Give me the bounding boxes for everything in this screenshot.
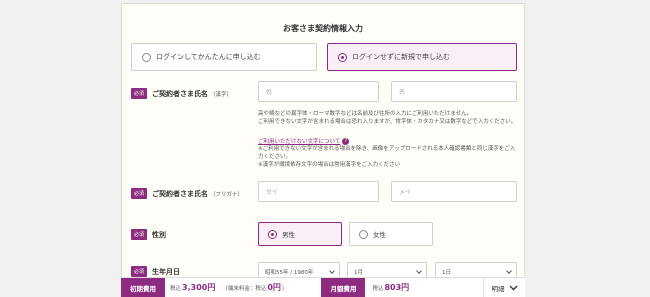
- last-name-kana-input[interactable]: セイ: [258, 181, 379, 202]
- chevron-down-icon: [416, 268, 422, 274]
- gender-male-label: 男性: [282, 231, 295, 239]
- required-badge: 必須: [131, 88, 148, 99]
- monthly-fee-label: 月額費用: [321, 277, 366, 297]
- fee-summary-bar: 初期費用 税込 3,300円 （端末料金：税込 0円 ） 月額費用 税込 803…: [121, 277, 525, 297]
- gender-text: 性別: [152, 230, 167, 239]
- radio-male[interactable]: [268, 229, 277, 239]
- initial-price: 3,300円: [182, 283, 216, 292]
- gender-label: 必須 性別: [131, 229, 166, 240]
- form-title: お客さま契約情報入力: [283, 24, 363, 33]
- option-login-apply[interactable]: ログインしてかんたんに申し込む: [131, 43, 317, 71]
- name-kana-hint: （フリガナ）: [210, 191, 244, 198]
- monthly-tax-label: 税込: [372, 286, 384, 292]
- unusable-chars-link-text[interactable]: ご利用いただけない文字について: [258, 137, 340, 145]
- detail-label: 明細: [491, 284, 505, 293]
- terminal-price: 0円: [267, 283, 281, 292]
- chevron-down-icon: [329, 268, 335, 274]
- first-name-kanji-input[interactable]: 名: [391, 81, 517, 102]
- note-line-2: ご利用できない文字が含まれる場合は恐れ入りますが、常字体・カタカナ又は数字などで…: [258, 119, 517, 125]
- monthly-fee: 税込 803円: [372, 282, 410, 293]
- contract-form-card: お客さま契約情報入力 ログインしてかんたんに申し込む ログインせずに新規で申し込…: [121, 3, 525, 283]
- unusable-chars-link[interactable]: ご利用いただけない文字について ?: [258, 137, 350, 145]
- terminal-note: （端末料金：税込: [222, 286, 267, 292]
- chevron-down-icon: [509, 285, 517, 290]
- last-name-kanji-input[interactable]: 姓: [258, 81, 379, 102]
- note-line-1: 高や崎などの異字体・ローマ数字などは名前及び住所の入力にご利用いただけません。: [258, 111, 473, 117]
- monthly-price: 803円: [384, 283, 410, 292]
- radio-female[interactable]: [359, 229, 368, 239]
- initial-fee: 税込 3,300円 （端末料金：税込 0円 ）: [170, 282, 287, 293]
- option-new-apply[interactable]: ログインせずに新規で申し込む: [327, 43, 517, 71]
- note-line-3: ※ご利用できない文字が含まれる場合を除き、画像をアップロードされる本人確認書類と…: [258, 146, 516, 160]
- birth-day-value: 1日: [442, 269, 451, 276]
- name-kana-text: ご契約者さま氏名: [152, 189, 209, 198]
- name-kana-label: 必須 ご契約者さま氏名 （フリガナ）: [131, 188, 243, 199]
- gender-male-option[interactable]: 男性: [258, 222, 342, 246]
- name-kanji-hint: （漢字）: [210, 91, 233, 98]
- terminal-note-close: ）: [281, 286, 288, 292]
- birth-year-value: 昭和55年 / 1980年: [265, 269, 314, 276]
- gender-female-option[interactable]: 女性: [349, 222, 433, 246]
- option-login-label: ログインしてかんたんに申し込む: [156, 53, 261, 61]
- required-badge: 必須: [131, 266, 148, 277]
- required-badge: 必須: [131, 188, 148, 199]
- radio-login[interactable]: [142, 52, 151, 62]
- name-kanji-text: ご契約者さま氏名: [152, 89, 209, 98]
- required-badge: 必須: [131, 229, 148, 240]
- chevron-down-icon: [506, 268, 512, 274]
- name-kanji-label: 必須 ご契約者さま氏名 （漢字）: [131, 88, 232, 99]
- birth-month-value: 1月: [354, 269, 363, 276]
- first-name-kana-input[interactable]: メイ: [391, 181, 517, 202]
- question-icon[interactable]: ?: [342, 137, 350, 145]
- note-line-4: ※漢字が環境依存文字の場合は常用漢字をご入力ください: [258, 162, 401, 168]
- initial-tax-label: 税込: [170, 286, 182, 292]
- birthdate-text: 生年月日: [152, 267, 181, 276]
- initial-fee-label: 初期費用: [121, 277, 165, 297]
- birthdate-label: 必須 生年月日: [131, 266, 180, 277]
- detail-button[interactable]: 明細: [483, 277, 525, 297]
- option-new-label: ログインせずに新規で申し込む: [352, 53, 450, 61]
- radio-new[interactable]: [338, 52, 347, 62]
- gender-female-label: 女性: [373, 231, 386, 239]
